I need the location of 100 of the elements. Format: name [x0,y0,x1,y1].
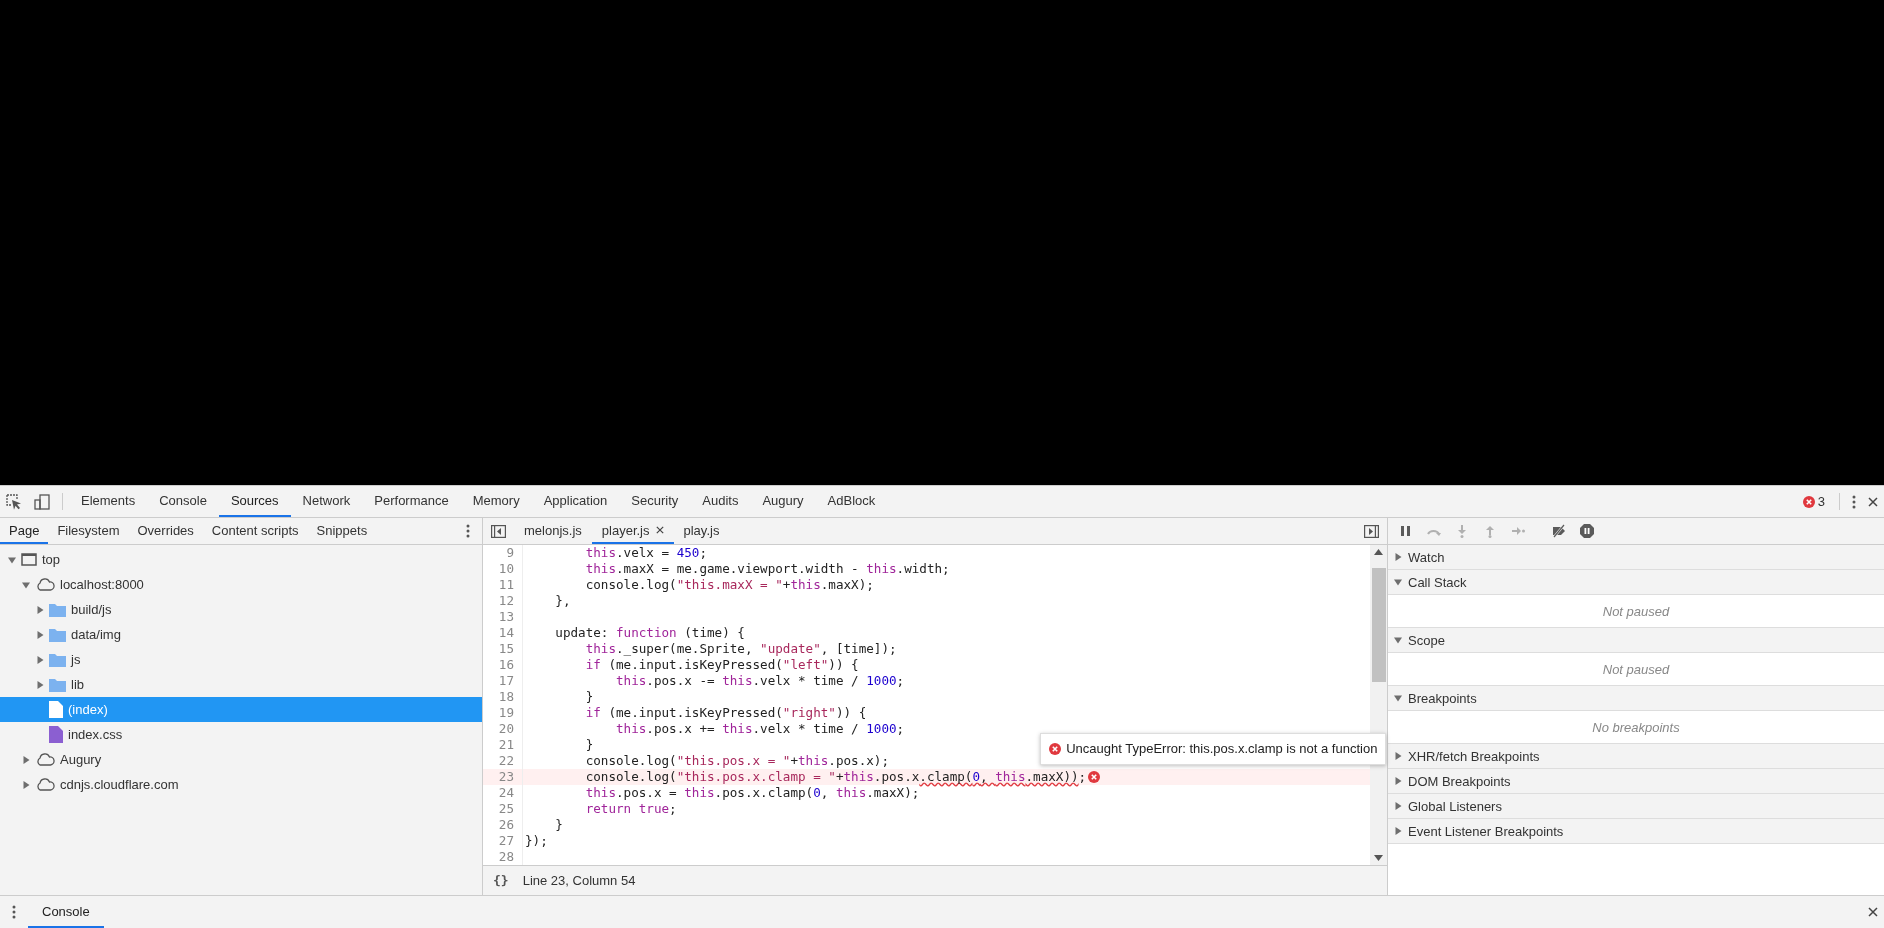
panel-tab[interactable]: Application [531,486,620,517]
tree-item[interactable]: localhost:8000 [0,572,482,597]
expander-icon[interactable] [36,630,44,639]
tree-item[interactable]: js [0,647,482,672]
expander-icon[interactable] [36,655,44,664]
folder-icon [49,652,66,667]
panel-tab[interactable]: Elements [69,486,148,517]
close-tab-icon[interactable] [655,526,664,534]
scroll-up-icon[interactable] [1374,549,1383,555]
section-header[interactable]: XHR/fetch Breakpoints [1388,744,1884,769]
tree-item[interactable]: top [0,547,482,572]
section-header[interactable]: DOM Breakpoints [1388,769,1884,794]
close-icon[interactable] [1868,496,1878,507]
expander-icon[interactable] [36,680,44,689]
close-drawer-icon[interactable] [1868,907,1878,917]
tree-item[interactable]: data/img [0,622,482,647]
code-line: } [584,689,594,705]
panel-tab[interactable]: AdBlock [815,486,888,517]
empty-message: No breakpoints [1592,719,1680,735]
code-line: if (me.input.isKeyPressed("left")) { [584,657,859,673]
line-number: 17 [483,673,523,689]
folder-icon [49,627,66,642]
cloud-icon [35,778,55,791]
folder-icon [49,602,66,617]
section-header[interactable]: Scope [1388,628,1884,653]
code-line: this._super(me.Sprite, "update", [time]); [584,641,897,657]
line-number: 25 [483,801,523,817]
line-number: 14 [483,625,523,641]
panel-tab[interactable]: Performance [362,486,461,517]
error-count[interactable]: 3 [1817,494,1825,509]
code-line: if (me.input.isKeyPressed("right")) { [584,705,867,721]
expander-icon[interactable] [22,580,30,589]
toggle-navigator-icon[interactable] [491,524,506,538]
code-line: } [584,737,594,753]
deactivate-breakpoints-icon[interactable] [1551,523,1567,539]
panel-tab[interactable]: Security [619,486,691,517]
panel-tab[interactable]: Sources [218,486,291,517]
navigator-tab[interactable]: Filesystem [48,518,129,544]
code-line: this.velx = 450; [584,545,707,561]
expander-icon[interactable] [1394,694,1402,702]
expander-icon[interactable] [1394,802,1402,810]
expander-icon[interactable] [36,605,44,614]
code-line: update: function (time) { [554,625,745,641]
inspect-icon[interactable] [6,493,22,510]
file-tab[interactable]: melonjs.js [514,518,592,544]
file-icon [49,701,63,718]
tree-item[interactable]: index.css [0,722,482,747]
expander-icon[interactable] [22,755,30,764]
code-line: } [554,817,563,833]
expander-icon[interactable] [8,555,16,564]
code-line: return true; [584,801,677,817]
cloud-icon [35,753,55,766]
line-number: 19 [483,705,523,721]
pretty-print-button[interactable]: {} [493,873,509,888]
code-line: console.log("this.pos.x = "+this.pos.x); [584,753,889,769]
navigator-tab[interactable]: Page [0,518,49,544]
more-options-icon[interactable] [1852,494,1856,509]
panel-tab[interactable]: Memory [460,486,532,517]
navigator-tab[interactable]: Overrides [128,518,203,544]
navigator-tab[interactable]: Content scripts [202,518,308,544]
expander-icon[interactable] [1394,777,1402,785]
section-header[interactable]: Call Stack [1388,570,1884,595]
tree-item[interactable]: build/js [0,597,482,622]
code-line: this.pos.x += this.velx * time / 1000; [615,721,905,737]
expander-icon[interactable] [22,780,30,789]
pause-on-exceptions-icon[interactable] [1579,523,1595,539]
panel-tab[interactable]: Console [147,486,219,517]
expander-icon[interactable] [1394,553,1402,561]
error-icon [1802,495,1815,508]
section-header[interactable]: Event Listener Breakpoints [1388,819,1884,844]
line-number: 13 [483,609,523,625]
tree-item[interactable]: cdnjs.cloudflare.com [0,772,482,797]
cloud-icon [35,578,55,591]
expander-icon[interactable] [1394,578,1402,586]
line-number: 27 [483,833,523,849]
panel-tab[interactable]: Augury [750,486,816,517]
expander-icon[interactable] [1394,752,1402,760]
expander-icon[interactable] [1394,827,1402,835]
section-header[interactable]: Watch [1388,545,1884,570]
tree-item[interactable]: Augury [0,747,482,772]
more-options-icon[interactable] [466,524,470,538]
line-number: 9 [483,545,523,561]
drawer-menu-icon[interactable] [12,905,16,919]
line-number: 15 [483,641,523,657]
expander-icon[interactable] [1394,636,1402,644]
tree-item[interactable]: lib [0,672,482,697]
panel-tab[interactable]: Network [290,486,363,517]
file-tab[interactable]: play.js [673,518,730,544]
toggle-debugger-icon[interactable] [1364,524,1379,538]
frame-icon [21,553,37,566]
error-marker-icon [1088,771,1101,783]
code-line: }); [525,833,548,849]
drawer-tab[interactable]: Console [28,896,104,928]
panel-tab[interactable]: Audits [690,486,751,517]
line-number: 12 [483,593,523,609]
navigator-tab[interactable]: Snippets [307,518,377,544]
section-header[interactable]: Breakpoints [1388,686,1884,711]
scroll-down-icon[interactable] [1374,855,1383,861]
device-toggle-icon[interactable] [34,493,50,510]
section-header[interactable]: Global Listeners [1388,794,1884,819]
